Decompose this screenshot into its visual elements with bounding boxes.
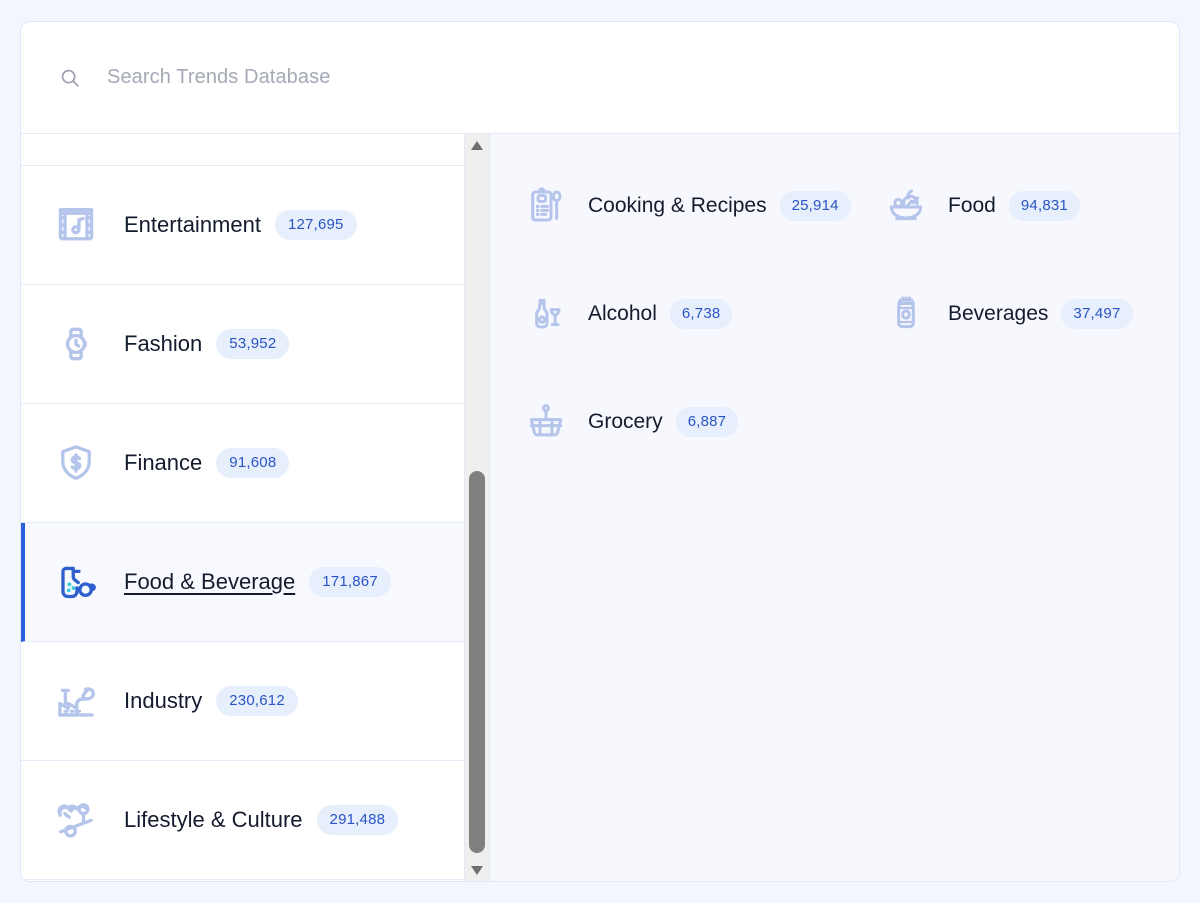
triangle-down-icon[interactable] (465, 859, 489, 881)
content-split: Entertainment 127,695 Fashion 53,952 Finance… (21, 134, 1179, 881)
subcategory-label: Cooking & Recipes (588, 194, 767, 217)
category-scroll-viewport: Entertainment 127,695 Fashion 53,952 Finance… (21, 134, 464, 881)
subcategory-label: Alcohol (588, 302, 657, 325)
subcategory-item-food[interactable]: Food 94,831 (886, 182, 1179, 230)
category-count-badge: 171,867 (309, 567, 391, 597)
scrollbar-thumb[interactable] (469, 471, 485, 853)
category-label: Fashion (124, 331, 203, 356)
subcategory-label: Beverages (948, 302, 1049, 325)
category-row-entertainment[interactable]: Entertainment 127,695 (21, 166, 464, 285)
category-row-lifestyle-culture[interactable]: Lifestyle & Culture 291,488 (21, 761, 464, 880)
subcategory-label: Food (948, 194, 996, 217)
category-row-food-beverage[interactable]: Food & Beverage 171,867 (21, 523, 464, 642)
subcategory-count-badge: 25,914 (779, 191, 851, 221)
category-count-badge: 291,488 (316, 805, 399, 835)
subcategory-count-badge: 6,887 (675, 407, 739, 437)
subcategory-count-badge: 94,831 (1008, 191, 1080, 221)
subcategory-item-cooking-recipes[interactable]: Cooking & Recipes 25,914 (526, 182, 886, 230)
subcategory-label: Grocery (588, 410, 663, 433)
search-input[interactable] (107, 66, 727, 89)
shopping-basket-icon (526, 402, 566, 442)
category-list-panel: Entertainment 127,695 Fashion 53,952 Finance… (21, 134, 464, 881)
soda-can-icon (886, 294, 926, 334)
category-label: Entertainment (124, 212, 261, 237)
subcategory-item-beverages[interactable]: Beverages 37,497 (886, 290, 1179, 338)
category-count-badge: 53,952 (216, 329, 290, 359)
category-scrollbar[interactable] (464, 134, 490, 881)
category-count-badge: 127,695 (274, 210, 357, 240)
category-label: Industry (124, 688, 203, 713)
search-icon (59, 67, 81, 89)
search-bar[interactable] (21, 22, 1179, 134)
subcategory-panel: Cooking & Recipes 25,914 Food 94,831 Alcohol… (490, 134, 1179, 881)
category-row-fashion[interactable]: Fashion 53,952 (21, 285, 464, 404)
category-label: Food & Beverage (124, 569, 296, 594)
subcategory-grid: Cooking & Recipes 25,914 Food 94,831 Alcohol… (526, 182, 1179, 446)
subcategory-count-badge: 37,497 (1061, 299, 1133, 329)
trends-database-card: Entertainment 127,695 Fashion 53,952 Finance… (20, 21, 1180, 882)
factory-leaf-icon (54, 679, 98, 723)
scrollbar-track[interactable] (465, 156, 489, 859)
category-count-badge: 230,612 (216, 686, 298, 716)
category-row-finance[interactable]: Finance 91,608 (21, 404, 464, 523)
salad-bowl-icon (886, 186, 926, 226)
category-label: Finance (124, 450, 203, 475)
heart-balance-icon (54, 798, 98, 842)
subcategory-item-alcohol[interactable]: Alcohol 6,738 (526, 290, 886, 338)
watch-icon (54, 322, 98, 366)
subcategory-item-grocery[interactable]: Grocery 6,887 (526, 398, 886, 446)
category-count-badge: 91,608 (216, 448, 290, 478)
subcategory-count-badge: 6,738 (669, 299, 733, 329)
bottle-wineglass-icon (526, 294, 566, 334)
shield-dollar-icon (54, 441, 98, 485)
recipe-card-spoon-icon (526, 186, 566, 226)
triangle-up-icon[interactable] (465, 134, 489, 156)
category-row-partial[interactable] (21, 134, 464, 166)
category-label: Lifestyle & Culture (124, 807, 303, 832)
category-list: Entertainment 127,695 Fashion 53,952 Finance… (21, 134, 464, 880)
drink-pour-icon (54, 560, 98, 604)
film-music-icon (54, 203, 98, 247)
category-row-industry[interactable]: Industry 230,612 (21, 642, 464, 761)
